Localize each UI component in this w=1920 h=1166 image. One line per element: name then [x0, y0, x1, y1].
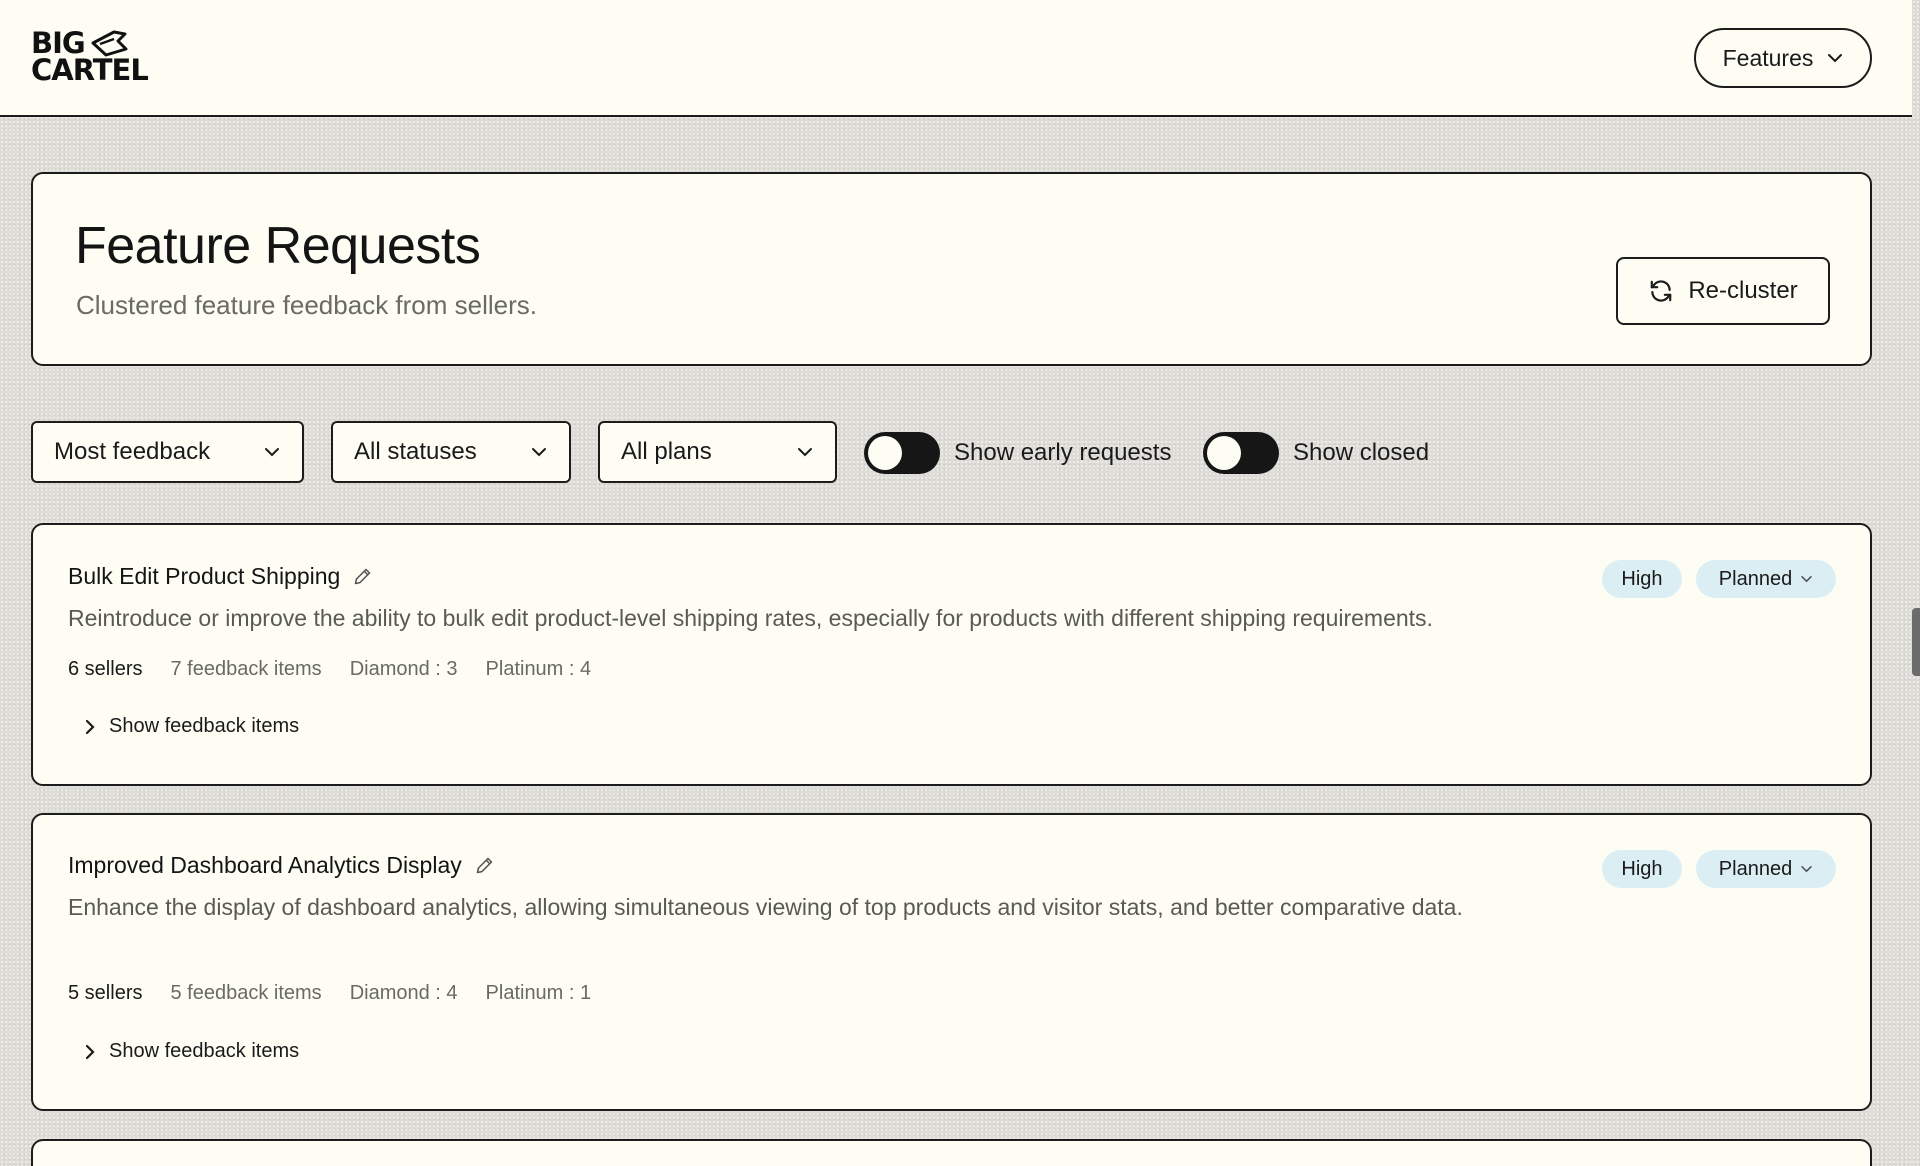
- top-navigation-bar: BIG CARTEL Features: [0, 0, 1912, 117]
- request-title-text: Bulk Edit Product Shipping: [68, 563, 341, 589]
- chevron-down-icon: [1801, 865, 1812, 873]
- chevron-right-icon: [85, 1044, 95, 1059]
- plan-filter-value: All plans: [621, 438, 712, 465]
- page-title: Feature Requests: [75, 217, 481, 275]
- request-title: Improved Dashboard Analytics Display: [68, 852, 495, 879]
- refresh-icon: [1651, 280, 1672, 302]
- chevron-down-icon: [1828, 54, 1843, 63]
- sort-select-value: Most feedback: [54, 438, 211, 465]
- feedback-count: 7 feedback items: [170, 658, 322, 680]
- status-dropdown[interactable]: Planned: [1696, 560, 1836, 598]
- features-menu-button[interactable]: Features: [1694, 28, 1872, 88]
- status-filter-select[interactable]: All statuses: [331, 421, 571, 483]
- feedback-count: 5 feedback items: [170, 982, 322, 1004]
- sort-select[interactable]: Most feedback: [31, 421, 304, 483]
- chevron-down-icon: [532, 448, 546, 457]
- show-feedback-items-toggle[interactable]: Show feedback items: [85, 1040, 299, 1063]
- page-subtitle: Clustered feature feedback from sellers.: [76, 290, 537, 320]
- features-label: Features: [1722, 44, 1814, 71]
- show-feedback-items-label: Show feedback items: [109, 715, 300, 737]
- big-cartel-logo[interactable]: BIG CARTEL: [31, 29, 163, 88]
- request-meta: 6 sellers 7 feedback items Diamond : 3 P…: [68, 658, 591, 681]
- platinum-count: Platinum : 4: [485, 658, 592, 680]
- chevron-down-icon: [265, 448, 279, 457]
- plan-filter-select[interactable]: All plans: [598, 421, 837, 483]
- recluster-button[interactable]: Re-cluster: [1616, 257, 1830, 325]
- toggle-knob: [1207, 436, 1241, 470]
- status-dropdown[interactable]: Planned: [1696, 850, 1836, 888]
- early-requests-label: Show early requests: [954, 439, 1172, 466]
- show-feedback-items-label: Show feedback items: [109, 1040, 300, 1062]
- priority-badge: High: [1602, 850, 1682, 888]
- early-requests-toggle[interactable]: [864, 432, 940, 474]
- logo-flag-icon: [91, 30, 128, 57]
- recluster-label: Re-cluster: [1688, 277, 1798, 304]
- priority-badge: High: [1602, 560, 1682, 598]
- show-closed-label: Show closed: [1293, 439, 1430, 466]
- show-closed-toggle[interactable]: [1203, 432, 1279, 474]
- request-description: Reintroduce or improve the ability to bu…: [68, 605, 1433, 631]
- chevron-down-icon: [798, 448, 812, 457]
- request-meta: 5 sellers 5 feedback items Diamond : 4 P…: [68, 982, 591, 1005]
- seller-count: 5 sellers: [68, 982, 143, 1004]
- diamond-count: Diamond : 3: [349, 658, 458, 680]
- status-value: Planned: [1718, 857, 1793, 880]
- page-scrollbar[interactable]: [1912, 0, 1920, 1166]
- chevron-down-icon: [1801, 575, 1812, 583]
- early-requests-toggle-group: Show early requests: [864, 432, 1171, 474]
- scrollbar-thumb[interactable]: [1912, 608, 1920, 676]
- pencil-edit-icon[interactable]: [474, 855, 495, 876]
- platinum-count: Platinum : 1: [485, 982, 592, 1004]
- request-title: Bulk Edit Product Shipping: [68, 563, 373, 590]
- seller-count: 6 sellers: [68, 658, 143, 680]
- pencil-edit-icon[interactable]: [352, 566, 373, 587]
- diamond-count: Diamond : 4: [349, 982, 458, 1004]
- request-title-text: Improved Dashboard Analytics Display: [68, 852, 462, 878]
- logo-line-2: CARTEL: [31, 53, 149, 87]
- status-value: Planned: [1718, 567, 1793, 590]
- show-feedback-items-toggle[interactable]: Show feedback items: [85, 715, 299, 738]
- chevron-right-icon: [85, 719, 95, 734]
- feature-request-card: Improved Dashboard Analytics Display Enh…: [31, 813, 1872, 1111]
- status-filter-value: All statuses: [354, 438, 477, 465]
- closed-toggle-group: Show closed: [1203, 432, 1429, 474]
- page-header-card: Feature Requests Clustered feature feedb…: [31, 172, 1872, 366]
- feature-request-card-partial: [31, 1139, 1872, 1166]
- filter-bar: Most feedback All statuses All plans Sho…: [31, 421, 1872, 483]
- feature-request-card: Bulk Edit Product Shipping Reintroduce o…: [31, 523, 1872, 786]
- request-description: Enhance the display of dashboard analyti…: [68, 894, 1463, 920]
- toggle-knob: [868, 436, 902, 470]
